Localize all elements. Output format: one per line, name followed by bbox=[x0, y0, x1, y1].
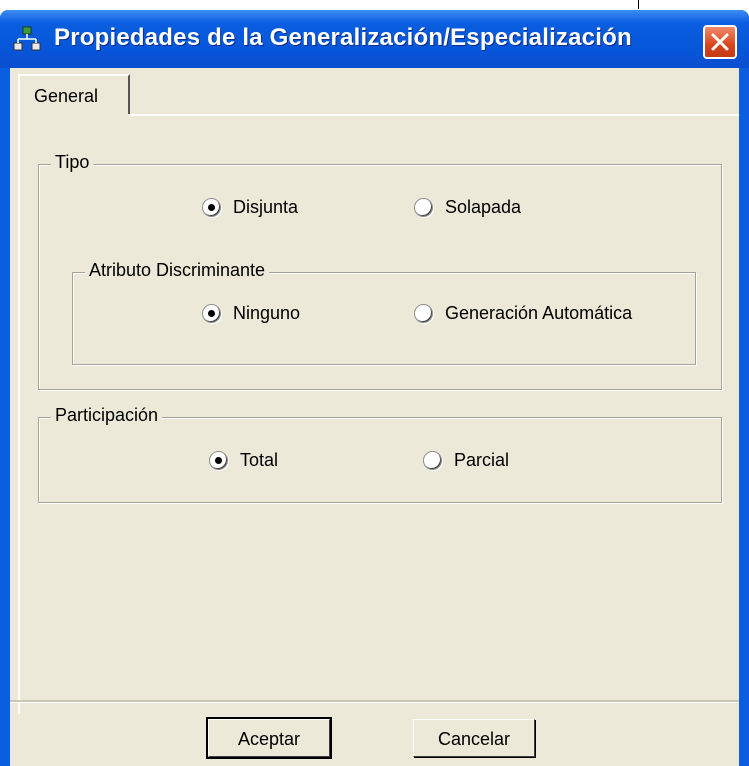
tab-panel-border bbox=[18, 114, 20, 714]
aceptar-button[interactable]: Aceptar bbox=[206, 717, 332, 759]
title-bar[interactable]: Propiedades de la Generalización/Especia… bbox=[0, 10, 749, 68]
atributo-discriminante-group: Atributo Discriminante Ninguno Generació… bbox=[72, 260, 696, 365]
ninguno-label: Ninguno bbox=[233, 303, 301, 323]
radio-checked-icon bbox=[202, 198, 221, 217]
tipo-group: Tipo Disjunta Solapada Atributo Discrimi… bbox=[38, 152, 722, 390]
radio-unchecked-icon bbox=[414, 304, 433, 323]
cancelar-button[interactable]: Cancelar bbox=[413, 719, 535, 757]
total-label: Total bbox=[240, 450, 279, 470]
disjunta-radio[interactable]: Disjunta bbox=[202, 197, 298, 218]
hierarchy-icon bbox=[12, 24, 42, 54]
tipo-legend: Tipo bbox=[51, 152, 94, 173]
properties-dialog: Propiedades de la Generalización/Especia… bbox=[0, 10, 749, 766]
tab-panel-border bbox=[130, 114, 739, 116]
solapada-radio[interactable]: Solapada bbox=[414, 197, 521, 218]
button-separator bbox=[10, 700, 739, 703]
parcial-radio[interactable]: Parcial bbox=[423, 450, 509, 471]
tab-general[interactable]: General bbox=[18, 74, 130, 114]
radio-checked-icon bbox=[202, 304, 221, 323]
radio-unchecked-icon bbox=[423, 451, 442, 470]
total-radio[interactable]: Total bbox=[209, 450, 278, 471]
parcial-label: Parcial bbox=[454, 450, 510, 470]
window-title: Propiedades de la Generalización/Especia… bbox=[54, 24, 632, 51]
background-mark bbox=[638, 0, 639, 9]
ninguno-radio[interactable]: Ninguno bbox=[202, 303, 300, 324]
radio-unchecked-icon bbox=[414, 198, 433, 217]
participacion-group: Participación Total Parcial bbox=[38, 405, 722, 503]
close-button[interactable] bbox=[703, 25, 737, 59]
radio-checked-icon bbox=[209, 451, 228, 470]
generacion-automatica-radio[interactable]: Generación Automática bbox=[414, 303, 632, 324]
atributo-discriminante-legend: Atributo Discriminante bbox=[85, 260, 270, 281]
participacion-legend: Participación bbox=[51, 405, 163, 426]
solapada-label: Solapada bbox=[445, 197, 522, 217]
disjunta-label: Disjunta bbox=[233, 197, 299, 217]
dialog-client-area: General Tipo Disjunta Solapada Atributo … bbox=[10, 68, 739, 766]
generacion-automatica-label: Generación Automática bbox=[445, 303, 633, 323]
